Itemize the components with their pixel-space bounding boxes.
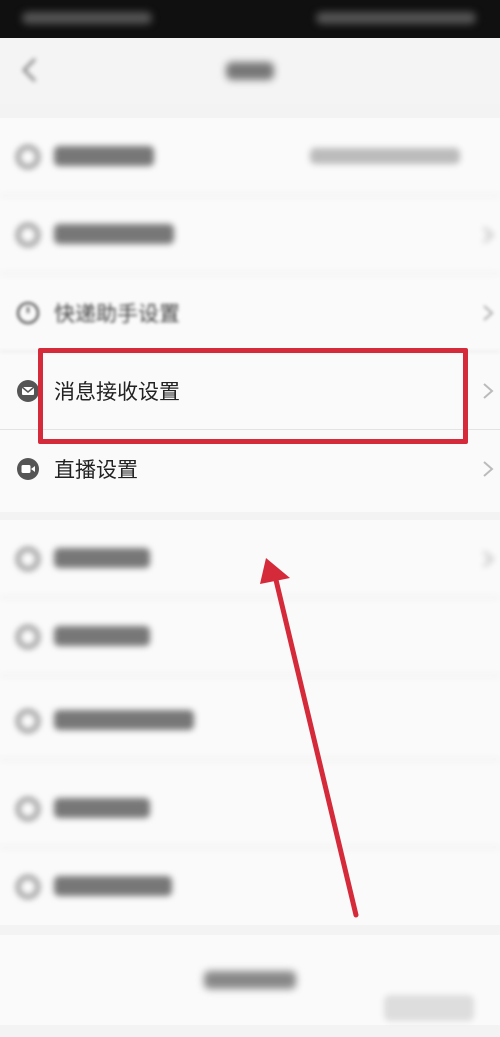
annotation-arrow	[260, 558, 359, 918]
watermark-blur	[384, 995, 474, 1021]
